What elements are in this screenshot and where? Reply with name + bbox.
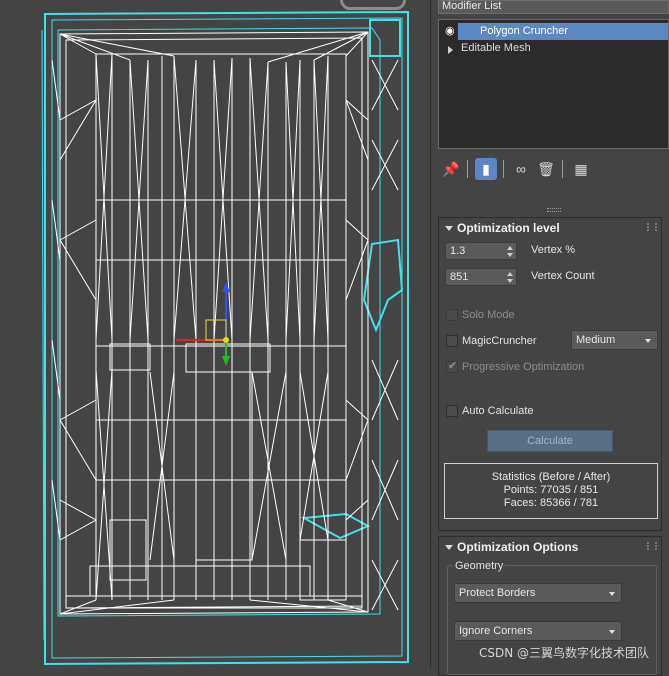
command-panel: Modifier List ◉ Polygon Cruncher Editabl…	[430, 0, 669, 676]
protect-borders-value: Protect Borders	[459, 587, 536, 599]
vertex-percent-spinner[interactable]: 1.3	[445, 242, 517, 260]
spinner-up-icon[interactable]	[507, 272, 513, 276]
stack-eye-slot[interactable]: ◉	[439, 23, 458, 40]
vertex-count-label: Vertex Count	[531, 270, 595, 282]
protect-borders-dropdown[interactable]: Protect Borders	[454, 583, 622, 603]
configure-modifier-sets-icon[interactable]: ▦	[570, 158, 592, 180]
solo-mode-checkbox[interactable]	[446, 309, 458, 321]
modifier-list-dropdown[interactable]: Modifier List	[438, 0, 669, 14]
statistics-points: Points: 77035 / 851	[503, 484, 599, 496]
magic-cruncher-checkbox[interactable]	[446, 335, 458, 347]
progressive-optimization-label: Progressive Optimization	[462, 361, 585, 373]
viewport[interactable]	[0, 0, 430, 668]
spinner-down-icon[interactable]	[507, 279, 513, 283]
collapse-arrow-icon[interactable]	[445, 545, 453, 550]
stack-item-editable-mesh[interactable]: Editable Mesh	[439, 40, 668, 57]
checkmark-icon: ✔	[448, 360, 458, 372]
spinner-up-icon[interactable]	[507, 246, 513, 250]
auto-calculate-checkbox[interactable]	[446, 405, 458, 417]
watermark: CSDN @三翼鸟数字化技术团队	[478, 646, 649, 660]
solo-mode-label: Solo Mode	[462, 309, 515, 321]
stack-item-polygon-cruncher[interactable]: Polygon Cruncher	[458, 23, 668, 40]
chevron-down-icon	[645, 339, 651, 343]
statistics-box: Statistics (Before / After) Points: 7703…	[444, 463, 658, 519]
magic-cruncher-label: MagicCruncher	[462, 335, 537, 347]
expand-arrow-icon[interactable]	[448, 46, 453, 54]
stack-toolbar: 📌 ▮ ∞ 🗑 ▦	[438, 155, 669, 181]
geometry-group-title: Geometry	[453, 560, 506, 572]
statistics-faces: Faces: 85366 / 781	[503, 497, 599, 509]
modifier-stack[interactable]: ◉ Polygon Cruncher Editable Mesh	[438, 19, 669, 149]
chevron-down-icon	[609, 592, 615, 596]
rollout-title: Optimization level	[457, 221, 560, 235]
optimization-level-rollout: Optimization level 1.3 Vertex % 851 Vert…	[438, 217, 662, 531]
statistics-heading: Statistics (Before / After)	[491, 471, 611, 483]
magic-level-dropdown[interactable]: Medium	[571, 330, 658, 350]
magic-level-value: Medium	[576, 334, 616, 346]
collapse-arrow-icon[interactable]	[445, 226, 453, 231]
show-end-result-icon[interactable]: ▮	[475, 158, 497, 180]
auto-calculate-label: Auto Calculate	[462, 405, 534, 417]
stack-item-label: Polygon Cruncher	[480, 25, 569, 37]
panel-splitter[interactable]	[547, 208, 561, 212]
ignore-corners-dropdown[interactable]: Ignore Corners	[454, 621, 622, 641]
chevron-down-icon	[609, 630, 615, 634]
stack-item-label: Editable Mesh	[461, 42, 531, 54]
ignore-corners-value: Ignore Corners	[459, 625, 533, 637]
rollout-header[interactable]: Optimization Options	[439, 537, 661, 557]
rollout-title: Optimization Options	[457, 540, 579, 554]
toolbar-separator	[503, 160, 504, 178]
progressive-optimization-checkbox[interactable]: ✔	[446, 360, 458, 373]
eye-icon[interactable]: ◉	[445, 26, 457, 37]
wireframe-mesh	[41, 10, 409, 666]
grip-icon[interactable]	[647, 223, 657, 231]
vertex-percent-label: Vertex %	[531, 244, 576, 256]
rollout-header[interactable]: Optimization level	[439, 218, 661, 238]
spinner-down-icon[interactable]	[507, 253, 513, 257]
pin-stack-icon[interactable]: 📌	[440, 158, 462, 180]
toolbar-separator	[467, 160, 468, 178]
make-unique-icon[interactable]: ∞	[510, 158, 532, 180]
vertex-count-value[interactable]: 851	[450, 271, 468, 283]
grip-icon[interactable]	[647, 542, 657, 550]
vertex-percent-value[interactable]: 1.3	[450, 245, 465, 257]
remove-modifier-icon[interactable]: 🗑	[535, 158, 557, 180]
vertex-count-spinner[interactable]: 851	[445, 268, 517, 286]
transform-gizmo-icon	[176, 282, 230, 366]
calculate-button[interactable]: Calculate	[487, 430, 613, 452]
toolbar-separator	[562, 160, 563, 178]
